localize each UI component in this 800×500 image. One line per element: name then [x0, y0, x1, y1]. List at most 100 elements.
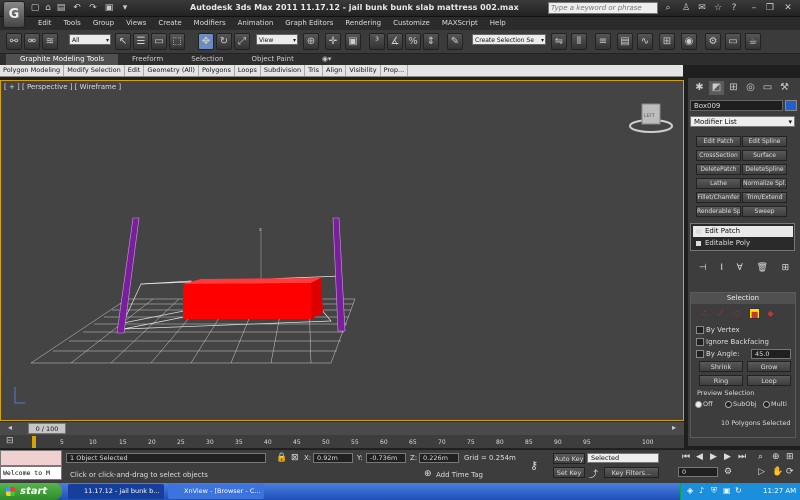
delete-spline-button[interactable]: DeleteSpline — [742, 164, 787, 175]
time-configuration-icon[interactable]: ⚙ — [724, 467, 732, 477]
panel-polygon-modeling[interactable]: Polygon Modeling — [0, 65, 65, 76]
select-and-move-icon[interactable]: ✥ — [198, 33, 214, 50]
named-selection-dropdown[interactable]: Create Selection Se — [472, 34, 546, 45]
favorites-icon[interactable]: ☆ — [712, 2, 724, 14]
keyboard-shortcut-override-icon[interactable]: ▣ — [345, 33, 361, 50]
preview-off-radio[interactable]: Off — [695, 400, 713, 408]
vertex-mode-icon[interactable]: ∴ — [699, 308, 710, 319]
x-coordinate-field[interactable]: 0.92m — [313, 453, 353, 463]
redo-icon[interactable]: ↷ — [88, 2, 98, 14]
set-key-button[interactable]: Set Key — [553, 467, 585, 478]
tray-volume-icon[interactable]: ♪ — [699, 486, 704, 495]
pin-stack-icon[interactable]: ⊣ — [699, 263, 707, 275]
previous-frame-icon[interactable]: ◀ — [696, 452, 703, 462]
select-and-manipulate-icon[interactable]: ✛ — [325, 33, 341, 50]
edit-spline-button[interactable]: Edit Spline — [742, 136, 787, 147]
edit-named-selection-icon[interactable]: ✎ — [447, 33, 463, 50]
close-icon[interactable]: ✕ — [782, 2, 794, 14]
perspective-viewport[interactable]: [ + ] [ Perspective ] [ Wireframe ] z LE… — [0, 80, 684, 421]
align-icon[interactable]: ⫴ — [571, 33, 587, 50]
select-object-icon[interactable]: ↖ — [115, 33, 131, 50]
time-marker[interactable] — [32, 436, 36, 448]
clock[interactable]: 11:27 AM — [763, 487, 796, 495]
app-logo-icon[interactable]: G — [3, 1, 25, 28]
render-production-icon[interactable]: ☕ — [745, 33, 761, 50]
tab-selection[interactable]: Selection — [177, 54, 237, 65]
zoom-icon[interactable]: ⌕ — [758, 452, 763, 462]
modify-tab-icon[interactable]: ◩ — [709, 81, 724, 95]
tray-app-icon[interactable]: ▣ — [723, 486, 731, 495]
remove-modifier-icon[interactable]: 🗑 — [756, 263, 767, 275]
y-coordinate-field[interactable]: -0.736m — [366, 453, 406, 463]
create-tab-icon[interactable]: ✱ — [692, 81, 707, 95]
lathe-button[interactable]: Lathe — [696, 178, 741, 189]
make-unique-icon[interactable]: ∀ — [737, 263, 743, 275]
rendered-frame-window-icon[interactable]: ▭ — [725, 33, 741, 50]
save-icon[interactable]: ▤ — [56, 2, 66, 14]
play-icon[interactable]: ▶ — [710, 452, 717, 462]
menu-help[interactable]: Help — [484, 17, 512, 30]
next-frame-icon[interactable]: ▶ — [724, 452, 731, 462]
loop-button[interactable]: Loop — [747, 375, 791, 386]
schematic-view-icon[interactable]: ⊞ — [659, 33, 675, 50]
select-by-name-icon[interactable]: ☰ — [133, 33, 149, 50]
element-mode-icon[interactable]: ◆ — [765, 308, 776, 319]
start-button[interactable]: start — [0, 483, 62, 500]
add-time-tag[interactable]: Add Time Tag — [436, 471, 483, 479]
search-input[interactable] — [548, 2, 658, 14]
restore-icon[interactable]: ❐ — [764, 2, 776, 14]
slider-prev-icon[interactable]: ◂ — [8, 423, 12, 432]
panel-tris[interactable]: Tris — [305, 65, 324, 76]
default-tangents-icon[interactable]: ⤴ — [589, 467, 598, 480]
shrink-button[interactable]: Shrink — [699, 361, 743, 372]
open-icon[interactable]: ⌂ — [43, 2, 53, 14]
spinner-snap-icon[interactable]: ⇕ — [423, 33, 439, 50]
rect-selection-icon[interactable]: ▭ — [151, 33, 167, 50]
menu-customize[interactable]: Customize — [387, 17, 436, 30]
normalize-spline-button[interactable]: Normalize Spl. — [742, 178, 787, 189]
menu-tools[interactable]: Tools — [58, 17, 87, 30]
edge-mode-icon[interactable]: ⟋ — [715, 308, 726, 319]
maxscript-mini-listener[interactable] — [0, 450, 62, 466]
help-icon[interactable]: ? — [728, 2, 740, 14]
tab-freeform[interactable]: Freeform — [118, 54, 177, 65]
select-and-scale-icon[interactable]: ⤢ — [234, 33, 250, 50]
view-cube[interactable]: LEFT — [629, 103, 673, 133]
angle-value-field[interactable]: 45.0 — [751, 349, 791, 359]
auto-key-button[interactable]: Auto Key — [553, 453, 585, 464]
menu-maxscript[interactable]: MAXScript — [436, 17, 484, 30]
maxscript-output[interactable]: Welcome to M — [0, 466, 62, 480]
panel-edit[interactable]: Edit — [125, 65, 145, 76]
key-filters-button[interactable]: Key Filters... — [604, 467, 659, 478]
orbit-icon[interactable]: ⟳ — [786, 467, 794, 477]
taskbar-item-3dsmax[interactable]: 11.17.12 - jail bunk b... — [68, 484, 164, 499]
field-of-view-icon[interactable]: ▷ — [758, 467, 765, 477]
selection-rollout-header[interactable]: Selection — [691, 293, 795, 304]
current-frame-field[interactable]: 0 — [678, 467, 718, 477]
new-icon[interactable]: ▢ — [30, 2, 40, 14]
stack-item-editable-poly[interactable]: Editable Poly — [693, 238, 793, 249]
ring-button[interactable]: Ring — [699, 375, 743, 386]
menu-graph-editors[interactable]: Graph Editors — [279, 17, 339, 30]
grow-button[interactable]: Grow — [747, 361, 791, 372]
panel-properties[interactable]: Prop... — [381, 65, 409, 76]
go-to-end-icon[interactable]: ⏭ — [738, 452, 746, 462]
polygon-mode-icon[interactable]: ■ — [749, 308, 760, 319]
curve-editor-icon[interactable]: ∿ — [637, 33, 653, 50]
object-color-swatch[interactable] — [785, 100, 797, 111]
track-bar[interactable]: ⊟ 5 10 15 20 25 30 35 40 45 50 55 60 65 … — [0, 435, 684, 449]
time-tag-icon[interactable]: ⊕ — [424, 469, 432, 479]
panel-loops[interactable]: Loops — [235, 65, 261, 76]
key-icon[interactable]: ⚷ — [530, 459, 538, 472]
tab-graphite-modeling-tools[interactable]: Graphite Modeling Tools — [6, 54, 119, 65]
mirror-icon[interactable]: ⇋ — [551, 33, 567, 50]
tray-network-icon[interactable]: ◈ — [687, 486, 693, 495]
mini-curve-editor-icon[interactable]: ⊟ — [6, 436, 14, 446]
utilities-tab-icon[interactable]: ⚒ — [777, 81, 792, 95]
z-coordinate-field[interactable]: 0.226m — [419, 453, 459, 463]
slider-next-icon[interactable]: ▸ — [672, 423, 676, 432]
renderable-spline-button[interactable]: Renderable Spline — [696, 206, 741, 217]
subscription-icon[interactable]: ♙ — [680, 2, 692, 14]
menu-modifiers[interactable]: Modifiers — [188, 17, 232, 30]
absolute-mode-icon[interactable]: ⊠ — [291, 453, 299, 463]
